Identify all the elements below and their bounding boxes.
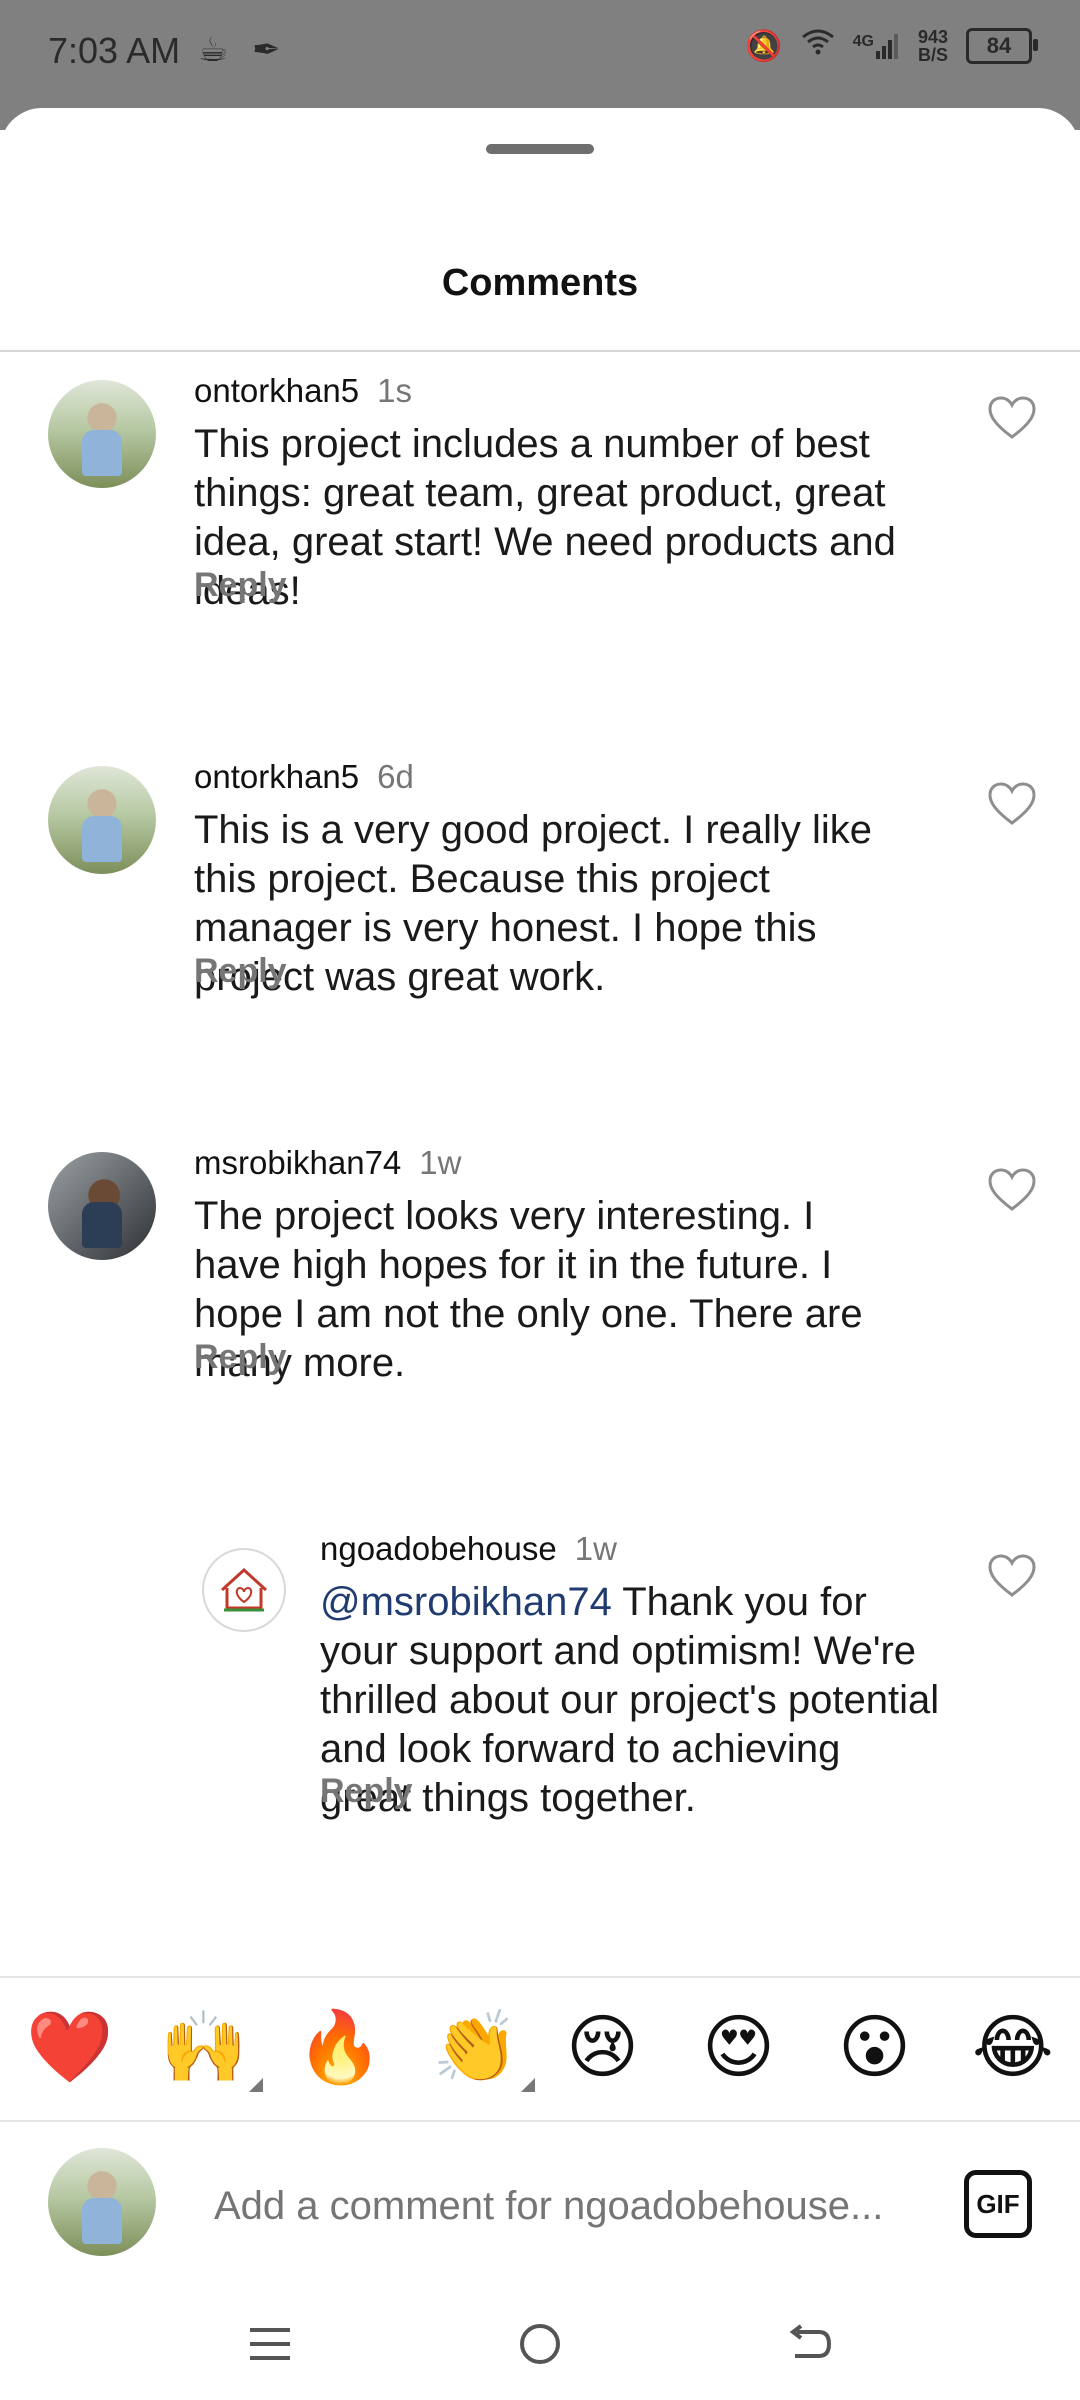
emoji-heart-eyes[interactable]: 😍 bbox=[702, 2010, 775, 2084]
wifi-icon bbox=[801, 29, 835, 63]
status-time: 7:03 AM bbox=[48, 30, 181, 71]
emoji-laughing[interactable]: 😂 bbox=[972, 2010, 1054, 2084]
comment-username[interactable]: ontorkhan5 6d bbox=[194, 758, 414, 796]
emoji-bar-divider bbox=[0, 1976, 1080, 1978]
system-nav-bar bbox=[0, 2290, 1080, 2400]
like-heart-icon[interactable] bbox=[988, 1168, 1036, 1212]
reply-button[interactable]: Reply bbox=[194, 566, 287, 605]
coffee-icon: ☕ bbox=[198, 31, 229, 69]
like-heart-icon[interactable] bbox=[988, 782, 1036, 826]
username-link[interactable]: ngoadobehouse bbox=[320, 1530, 557, 1567]
feather-icon: ✒ bbox=[251, 31, 281, 69]
battery-level: 84 bbox=[986, 33, 1012, 58]
emoji-clapping[interactable]: 👏 bbox=[432, 2008, 536, 2092]
avatar[interactable] bbox=[48, 766, 156, 874]
menu-icon[interactable] bbox=[240, 2314, 300, 2374]
current-user-avatar bbox=[48, 2148, 156, 2256]
comment-username[interactable]: ontorkhan5 1s bbox=[194, 372, 412, 410]
comment-input[interactable] bbox=[214, 2176, 934, 2236]
speed-value: 943 bbox=[917, 27, 948, 47]
like-heart-icon[interactable] bbox=[988, 396, 1036, 440]
reply-button[interactable]: Reply bbox=[194, 1338, 287, 1377]
mention-link[interactable]: @msrobikhan74 bbox=[320, 1580, 612, 1624]
comment-text: This project includes a number of best t… bbox=[194, 422, 896, 613]
skin-tone-indicator bbox=[249, 2078, 264, 2092]
battery-icon: 84 bbox=[966, 28, 1038, 64]
emoji-heart[interactable]: ❤️ bbox=[26, 2010, 113, 2084]
bell-muted-icon: 🔕 bbox=[745, 29, 783, 63]
emoji-glyph: 🙌 bbox=[160, 2008, 248, 2086]
username-link[interactable]: msrobikhan74 bbox=[194, 1144, 401, 1181]
like-heart-icon[interactable] bbox=[988, 1554, 1036, 1598]
speed-unit: B/S bbox=[917, 45, 948, 65]
skin-tone-indicator bbox=[521, 2078, 536, 2092]
username-link[interactable]: ontorkhan5 bbox=[194, 758, 359, 795]
comment-time: 1s bbox=[377, 372, 412, 409]
comment-text: @msrobikhan74 Thank you for your support… bbox=[320, 1578, 940, 1823]
comment-time: 1w bbox=[574, 1530, 617, 1567]
username-link[interactable]: ontorkhan5 bbox=[194, 372, 359, 409]
emoji-raising-hands[interactable]: 🙌 bbox=[160, 2008, 264, 2092]
composer-divider bbox=[0, 2120, 1080, 2122]
emoji-surprised[interactable]: 😮 bbox=[838, 2010, 911, 2084]
status-left-icons: ☕ ✒ bbox=[198, 30, 280, 70]
status-right-icons: 🔕 4G 943 B/S 84 bbox=[745, 28, 1038, 64]
house-heart-logo bbox=[220, 1567, 268, 1612]
emoji-glyph: 👏 bbox=[432, 2008, 520, 2086]
network-speed: 943 B/S bbox=[918, 28, 948, 64]
comment-text: The project looks very interesting. I ha… bbox=[194, 1194, 863, 1385]
comment-text: This is a very good project. I really li… bbox=[194, 808, 873, 999]
emoji-fire[interactable]: 🔥 bbox=[296, 2010, 383, 2084]
reply-button[interactable]: Reply bbox=[194, 952, 287, 991]
sheet-title: Comments bbox=[441, 262, 639, 304]
signal-icon: 4G bbox=[853, 33, 900, 59]
avatar[interactable] bbox=[202, 1548, 286, 1632]
back-icon[interactable] bbox=[780, 2314, 840, 2374]
comment-time: 1w bbox=[419, 1144, 462, 1181]
network-type: 4G bbox=[852, 33, 874, 50]
comment-username[interactable]: ngoadobehouse 1w bbox=[320, 1530, 617, 1568]
comment-username[interactable]: msrobikhan74 1w bbox=[194, 1144, 461, 1182]
avatar[interactable] bbox=[48, 1152, 156, 1260]
reply-button[interactable]: Reply bbox=[320, 1772, 413, 1811]
emoji-quick-bar: ❤️ 🙌 🔥 👏 😢 😍 😮 😂 bbox=[0, 1992, 1080, 2102]
home-circle-icon[interactable] bbox=[510, 2314, 570, 2374]
emoji-crying[interactable]: 😢 bbox=[566, 2010, 639, 2084]
comment-time: 6d bbox=[377, 758, 414, 795]
drag-handle[interactable] bbox=[486, 144, 594, 154]
header-divider bbox=[0, 350, 1080, 352]
gif-button[interactable]: GIF bbox=[964, 2170, 1032, 2238]
avatar[interactable] bbox=[48, 380, 156, 488]
